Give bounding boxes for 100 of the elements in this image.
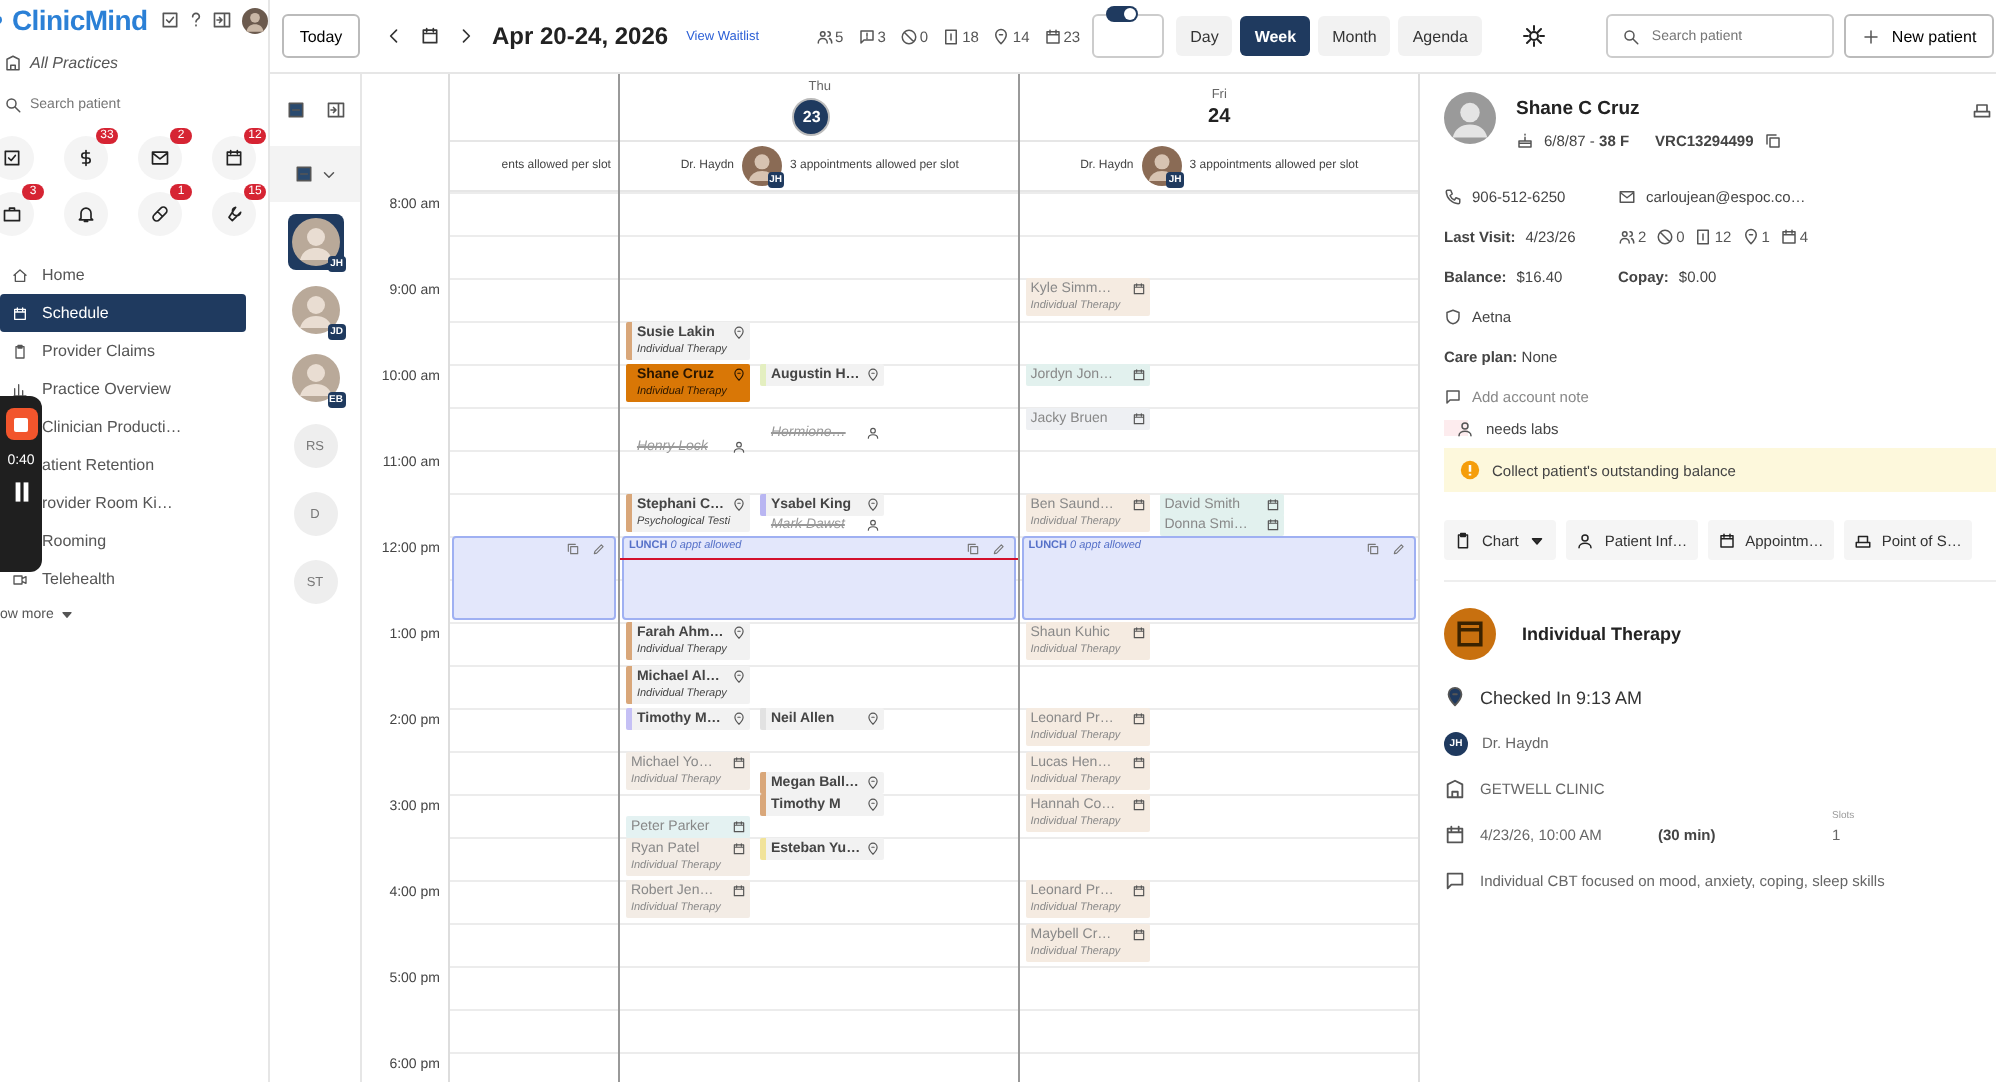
calendar-icon <box>1132 626 1147 640</box>
calendar-icon <box>732 884 747 898</box>
mail-icon <box>1618 187 1636 205</box>
collapse-icon[interactable] <box>285 100 305 120</box>
avatar-icon <box>291 354 339 402</box>
panel-icon[interactable] <box>325 100 345 120</box>
cake-icon <box>1516 132 1534 150</box>
plus-icon <box>1861 27 1880 45</box>
person-icon <box>866 425 881 440</box>
appointment-icon <box>1444 608 1496 660</box>
copy-icon[interactable] <box>1763 132 1782 150</box>
edit-icon[interactable] <box>1392 542 1406 556</box>
door-icon <box>1694 227 1713 245</box>
shortcut-button[interactable] <box>138 136 182 180</box>
pin-icon <box>732 712 747 726</box>
appointment-title: Individual Therapy <box>1522 624 1682 644</box>
calendar-icon <box>732 841 747 855</box>
view-tab[interactable]: Week <box>1240 16 1311 56</box>
building-icon <box>1444 778 1466 800</box>
calendar-icon <box>1132 798 1147 812</box>
shortcut-button[interactable] <box>0 192 34 236</box>
nav-item[interactable]: Home <box>0 256 246 294</box>
calendar-icon <box>12 305 28 321</box>
note-icon <box>1444 387 1462 405</box>
person-icon <box>1456 419 1474 437</box>
dollar-icon <box>76 148 96 168</box>
note-icon <box>1444 870 1466 892</box>
shortcut-button[interactable] <box>64 192 108 236</box>
view-tab[interactable]: Day <box>1176 16 1233 56</box>
patient-name: Shane C Cruz <box>1516 98 1642 120</box>
calendar-icon <box>1132 368 1147 382</box>
calendar-icon <box>1444 824 1466 846</box>
ban-icon <box>1656 227 1675 245</box>
nav-item[interactable]: Telehealth <box>0 560 246 598</box>
pin-icon <box>732 497 747 511</box>
edit-icon[interactable] <box>992 542 1007 556</box>
date-number: 23 <box>792 97 831 136</box>
check-in-status: Checked In 9:13 AM <box>1480 687 1643 707</box>
ban-icon <box>899 27 918 45</box>
pin-icon <box>866 368 881 382</box>
calendar-icon <box>1132 927 1147 941</box>
shortcut-button[interactable] <box>212 136 256 180</box>
calendar-icon <box>1266 497 1281 511</box>
copy-icon[interactable] <box>566 542 581 556</box>
calendar-icon <box>1132 712 1147 726</box>
shortcut-button[interactable] <box>138 192 182 236</box>
shortcut-button[interactable] <box>64 136 108 180</box>
print-icon[interactable] <box>1972 100 1992 120</box>
edit-icon[interactable] <box>592 542 607 556</box>
new-patient-button[interactable]: New patient <box>1843 14 1995 58</box>
nav-item[interactable]: Provider Claims <box>0 332 246 370</box>
person-icon <box>1576 531 1595 549</box>
settings-icon[interactable] <box>1521 24 1546 48</box>
panel-icon[interactable] <box>211 10 232 30</box>
avatar-icon <box>742 146 782 187</box>
copy-icon[interactable] <box>1366 542 1380 556</box>
pin-icon <box>866 798 881 812</box>
clipboard-icon <box>1454 531 1472 549</box>
pin-icon <box>732 368 747 382</box>
caret-icon <box>59 607 74 621</box>
practice-selector[interactable]: All Practices <box>30 53 119 71</box>
view-tab[interactable]: Agenda <box>1398 16 1482 56</box>
nav-item[interactable]: Schedule <box>0 294 246 332</box>
person-icon <box>866 518 881 533</box>
video-camera-icon <box>12 571 28 587</box>
search-icon <box>1621 28 1640 46</box>
pin-icon <box>866 841 881 855</box>
user-avatar[interactable] <box>241 7 268 33</box>
date-number: 24 <box>1208 105 1231 128</box>
provider-dropdown[interactable] <box>270 146 360 202</box>
patient-avatar <box>1444 92 1496 144</box>
calendar-icon <box>1779 227 1798 245</box>
shield-icon <box>1444 307 1462 325</box>
avatar-icon <box>291 286 339 334</box>
copy-icon[interactable] <box>966 542 981 556</box>
avatar-icon <box>291 218 339 266</box>
building-icon <box>4 53 22 71</box>
pill-icon <box>150 204 170 224</box>
briefcase-icon <box>2 204 22 224</box>
person-icon <box>732 439 747 454</box>
checklist-icon[interactable] <box>159 10 180 30</box>
stop-button[interactable] <box>5 408 37 440</box>
nav-item[interactable]: Practice Overview <box>0 370 246 408</box>
calendar-icon <box>1132 497 1147 511</box>
pin-icon <box>1741 227 1760 245</box>
toggle-switch[interactable] <box>1106 6 1138 22</box>
calendar-icon <box>1132 884 1147 898</box>
pin-icon <box>732 669 747 683</box>
calendar-icon <box>732 755 747 769</box>
pause-icon[interactable] <box>13 482 29 502</box>
today-button[interactable]: Today <box>282 14 360 58</box>
pin-icon <box>992 27 1011 45</box>
pin-icon <box>732 325 747 339</box>
date-range: Apr 20-24, 2026 <box>492 22 669 50</box>
view-tab[interactable]: Month <box>1318 16 1391 56</box>
shortcut-button[interactable] <box>0 136 34 180</box>
calendar-icon[interactable] <box>420 26 440 46</box>
people-icon <box>815 27 834 45</box>
shortcut-button[interactable] <box>212 192 256 236</box>
mail-icon <box>150 148 170 168</box>
